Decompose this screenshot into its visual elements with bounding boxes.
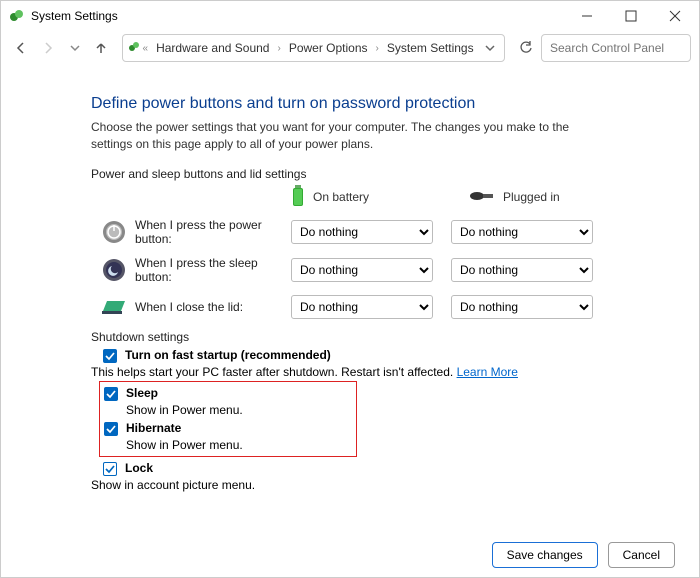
plug-icon: [469, 189, 495, 206]
col-plugged-label: Plugged in: [503, 190, 560, 204]
sleep-title: Sleep: [126, 386, 158, 400]
sleep-plugged-select[interactable]: Do nothing: [451, 258, 593, 282]
chevron-left-icon: «: [143, 43, 149, 54]
lock-checkbox[interactable]: [103, 462, 117, 476]
power-button-icon: [101, 219, 127, 245]
breadcrumb-system-settings[interactable]: System Settings: [383, 39, 478, 57]
cancel-button[interactable]: Cancel: [608, 542, 675, 568]
hibernate-title: Hibernate: [126, 421, 181, 435]
address-bar[interactable]: « Hardware and Sound › Power Options › S…: [122, 34, 505, 62]
sleep-checkbox[interactable]: [104, 387, 118, 401]
lock-title: Lock: [125, 461, 153, 475]
section-power-sleep-label: Power and sleep buttons and lid settings: [91, 167, 671, 181]
back-button[interactable]: [9, 34, 34, 62]
minimize-button[interactable]: [565, 1, 609, 31]
forward-button[interactable]: [36, 34, 61, 62]
lock-sub: Show in account picture menu.: [91, 478, 671, 492]
lid-icon: [101, 294, 127, 320]
control-panel-icon: [127, 40, 141, 57]
learn-more-link[interactable]: Learn More: [457, 365, 518, 379]
section-shutdown-label: Shutdown settings: [91, 330, 671, 344]
search-box[interactable]: [541, 34, 691, 62]
col-battery-label: On battery: [313, 190, 369, 204]
row-lid-label: When I close the lid:: [135, 300, 291, 314]
chevron-right-icon: ›: [277, 43, 280, 54]
breadcrumb-hardware[interactable]: Hardware and Sound: [152, 39, 273, 57]
breadcrumb-power-options[interactable]: Power Options: [285, 39, 372, 57]
lid-battery-select[interactable]: Do nothing: [291, 295, 433, 319]
search-input[interactable]: [548, 40, 700, 56]
page-heading: Define power buttons and turn on passwor…: [91, 95, 671, 113]
recent-dropdown[interactable]: [62, 34, 87, 62]
up-button[interactable]: [89, 34, 114, 62]
close-button[interactable]: [653, 1, 697, 31]
power-plugged-select[interactable]: Do nothing: [451, 220, 593, 244]
highlight-box: Sleep Show in Power menu. Hibernate Show…: [99, 381, 357, 457]
sleep-sub: Show in Power menu.: [126, 403, 352, 417]
power-battery-select[interactable]: Do nothing: [291, 220, 433, 244]
battery-icon: [291, 185, 305, 210]
address-dropdown-icon[interactable]: [480, 43, 500, 53]
fast-startup-sub: This helps start your PC faster after sh…: [91, 365, 671, 379]
maximize-button[interactable]: [609, 1, 653, 31]
row-sleep-label: When I press the sleep button:: [135, 256, 291, 284]
app-icon: [9, 8, 25, 24]
sleep-battery-select[interactable]: Do nothing: [291, 258, 433, 282]
fast-startup-checkbox[interactable]: [103, 349, 117, 363]
hibernate-sub: Show in Power menu.: [126, 438, 352, 452]
page-description: Choose the power settings that you want …: [91, 119, 611, 153]
window-title: System Settings: [31, 9, 565, 23]
sleep-button-icon: [101, 257, 127, 283]
lid-plugged-select[interactable]: Do nothing: [451, 295, 593, 319]
save-changes-button[interactable]: Save changes: [492, 542, 598, 568]
hibernate-checkbox[interactable]: [104, 422, 118, 436]
chevron-right-icon: ›: [376, 43, 379, 54]
row-power-label: When I press the power button:: [135, 218, 291, 246]
fast-startup-title: Turn on fast startup (recommended): [125, 348, 331, 362]
refresh-button[interactable]: [513, 34, 539, 62]
